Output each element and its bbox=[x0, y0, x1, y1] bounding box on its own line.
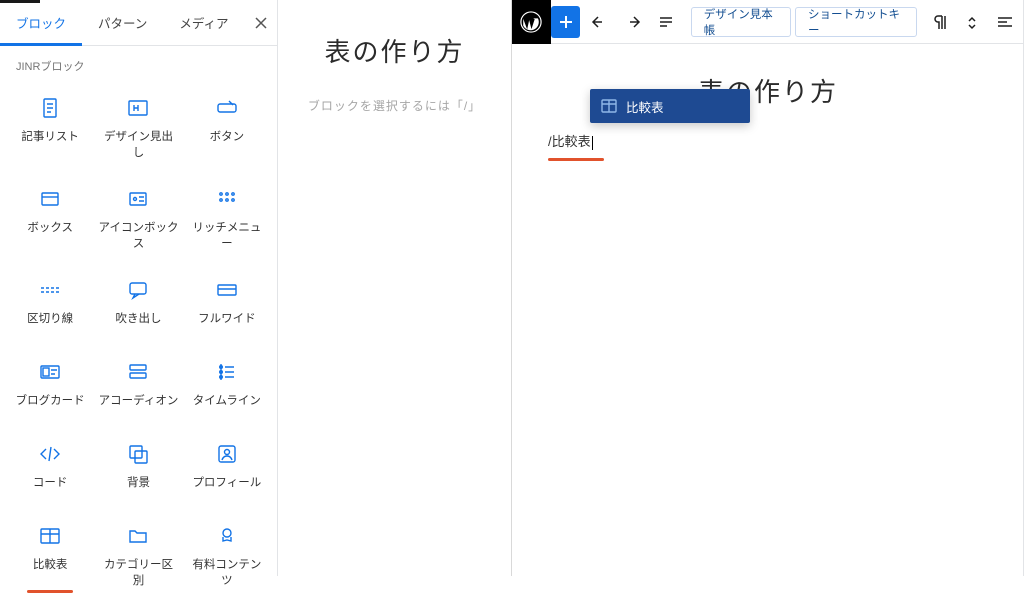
block-label: 記事リスト bbox=[21, 130, 79, 146]
move-button[interactable] bbox=[958, 7, 986, 37]
block-item-folder[interactable]: カテゴリー区別 bbox=[94, 510, 182, 597]
block-item-fullwide[interactable]: フルワイド bbox=[183, 264, 271, 342]
block-item-divider[interactable]: 区切り線 bbox=[6, 264, 94, 342]
block-label: アコーディオン bbox=[99, 394, 179, 410]
preview-hint: ブロックを選択するには「/」 bbox=[308, 97, 481, 114]
block-item-button[interactable]: ボタン bbox=[183, 82, 271, 169]
list-icon bbox=[656, 12, 676, 32]
block-label: 比較表 bbox=[33, 558, 68, 574]
button-icon bbox=[215, 96, 239, 120]
suggestion-label: 比較表 bbox=[626, 97, 664, 116]
input-underline bbox=[548, 158, 604, 161]
folder-icon bbox=[126, 524, 150, 548]
timeline-icon bbox=[215, 360, 239, 384]
block-label: アイコンボックス bbox=[98, 221, 178, 252]
accordion-icon bbox=[126, 360, 150, 384]
design-sample-button[interactable]: デザイン見本帳 bbox=[691, 7, 791, 37]
code-icon bbox=[38, 442, 62, 466]
redo-button[interactable] bbox=[618, 6, 648, 38]
block-item-card[interactable]: ブログカード bbox=[6, 346, 94, 424]
tab-media[interactable]: メディア bbox=[163, 0, 244, 46]
block-item-timeline[interactable]: タイムライン bbox=[183, 346, 271, 424]
shortcut-keys-button[interactable]: ショートカットキー bbox=[795, 7, 917, 37]
profile-icon bbox=[215, 442, 239, 466]
undo-button[interactable] bbox=[584, 6, 614, 38]
editor-view: デザイン見本帳 ショートカットキー 表の作り方 比較表 /比較表 bbox=[512, 0, 1024, 576]
preview-title: 表の作り方 bbox=[324, 32, 464, 69]
undo-icon bbox=[589, 12, 609, 32]
paragraph-button[interactable] bbox=[926, 7, 954, 37]
block-label: リッチメニュー bbox=[187, 221, 267, 252]
slash-text: /比較表 bbox=[548, 134, 591, 149]
pilcrow-icon bbox=[931, 13, 949, 31]
block-label: ボックス bbox=[27, 221, 73, 237]
close-icon bbox=[252, 14, 270, 32]
block-label: タイムライン bbox=[193, 394, 261, 410]
block-item-code[interactable]: コード bbox=[6, 428, 94, 506]
divider-icon bbox=[38, 278, 62, 302]
speech-icon bbox=[126, 278, 150, 302]
richmenu-icon bbox=[215, 187, 239, 211]
text-caret bbox=[592, 136, 593, 150]
bg-icon bbox=[126, 442, 150, 466]
block-label: 区切り線 bbox=[27, 312, 73, 328]
block-item-iconbox[interactable]: アイコンボックス bbox=[94, 173, 182, 260]
block-item-profile[interactable]: プロフィール bbox=[183, 428, 271, 506]
block-item-table[interactable]: 比較表 bbox=[6, 510, 94, 597]
highlight-underline bbox=[27, 590, 73, 593]
inserter-panel: ブロック パターン メディア JINRブロック 記事リスト デザイン見出し ボタンボ… bbox=[0, 0, 278, 576]
plus-icon bbox=[556, 12, 576, 32]
block-inserter-view: ブロック パターン メディア JINRブロック 記事リスト デザイン見出し ボタンボ… bbox=[0, 0, 512, 576]
tab-patterns[interactable]: パターン bbox=[82, 0, 163, 46]
iconbox-icon bbox=[126, 187, 150, 211]
block-label: プロフィール bbox=[192, 476, 261, 492]
box-icon bbox=[38, 187, 62, 211]
block-label: 背景 bbox=[127, 476, 150, 492]
inserter-preview: 表の作り方 ブロックを選択するには「/」 bbox=[278, 0, 511, 576]
block-item-doc[interactable]: 記事リスト bbox=[6, 82, 94, 169]
add-block-button[interactable] bbox=[551, 6, 581, 38]
block-item-heading[interactable]: デザイン見出し bbox=[94, 82, 182, 169]
close-inserter-button[interactable] bbox=[245, 0, 277, 46]
block-suggestion[interactable]: 比較表 bbox=[590, 89, 750, 123]
paid-icon bbox=[215, 524, 239, 548]
block-item-richmenu[interactable]: リッチメニュー bbox=[183, 173, 271, 260]
block-label: フルワイド bbox=[198, 312, 256, 328]
wordpress-logo[interactable] bbox=[512, 0, 551, 44]
redo-icon bbox=[623, 12, 643, 32]
block-label: ブログカード bbox=[16, 394, 85, 410]
block-label: コード bbox=[33, 476, 68, 492]
block-label: 有料コンテンツ bbox=[187, 558, 267, 589]
window-accent bbox=[0, 0, 40, 3]
block-label: デザイン見出し bbox=[98, 130, 178, 161]
document-overview-button[interactable] bbox=[651, 6, 681, 38]
heading-icon bbox=[126, 96, 150, 120]
block-item-paid[interactable]: 有料コンテンツ bbox=[183, 510, 271, 597]
block-item-bg[interactable]: 背景 bbox=[94, 428, 182, 506]
editor-body: 表の作り方 比較表 /比較表 bbox=[512, 44, 1024, 189]
slash-command-input[interactable]: /比較表 bbox=[548, 129, 988, 152]
table-icon bbox=[600, 97, 618, 115]
block-item-box[interactable]: ボックス bbox=[6, 173, 94, 260]
block-item-accordion[interactable]: アコーディオン bbox=[94, 346, 182, 424]
inserter-tabs: ブロック パターン メディア bbox=[0, 0, 277, 46]
block-grid: 記事リスト デザイン見出し ボタンボックス アイコンボックスリッチメニュー区切り線 吹き… bbox=[0, 78, 277, 609]
table-icon bbox=[38, 524, 62, 548]
block-item-speech[interactable]: 吹き出し bbox=[94, 264, 182, 342]
align-button[interactable] bbox=[990, 7, 1018, 37]
block-label: 吹き出し bbox=[115, 312, 161, 328]
card-icon bbox=[38, 360, 62, 384]
tab-blocks[interactable]: ブロック bbox=[0, 0, 82, 46]
editor-toolbar: デザイン見本帳 ショートカットキー bbox=[512, 0, 1024, 44]
chevrons-vertical-icon bbox=[963, 13, 981, 31]
doc-icon bbox=[38, 96, 62, 120]
wordpress-icon bbox=[520, 11, 542, 33]
block-label: カテゴリー区別 bbox=[98, 558, 178, 589]
block-section-label: JINRブロック bbox=[0, 46, 277, 78]
block-label: ボタン bbox=[210, 130, 245, 146]
align-icon bbox=[995, 13, 1013, 31]
fullwide-icon bbox=[215, 278, 239, 302]
